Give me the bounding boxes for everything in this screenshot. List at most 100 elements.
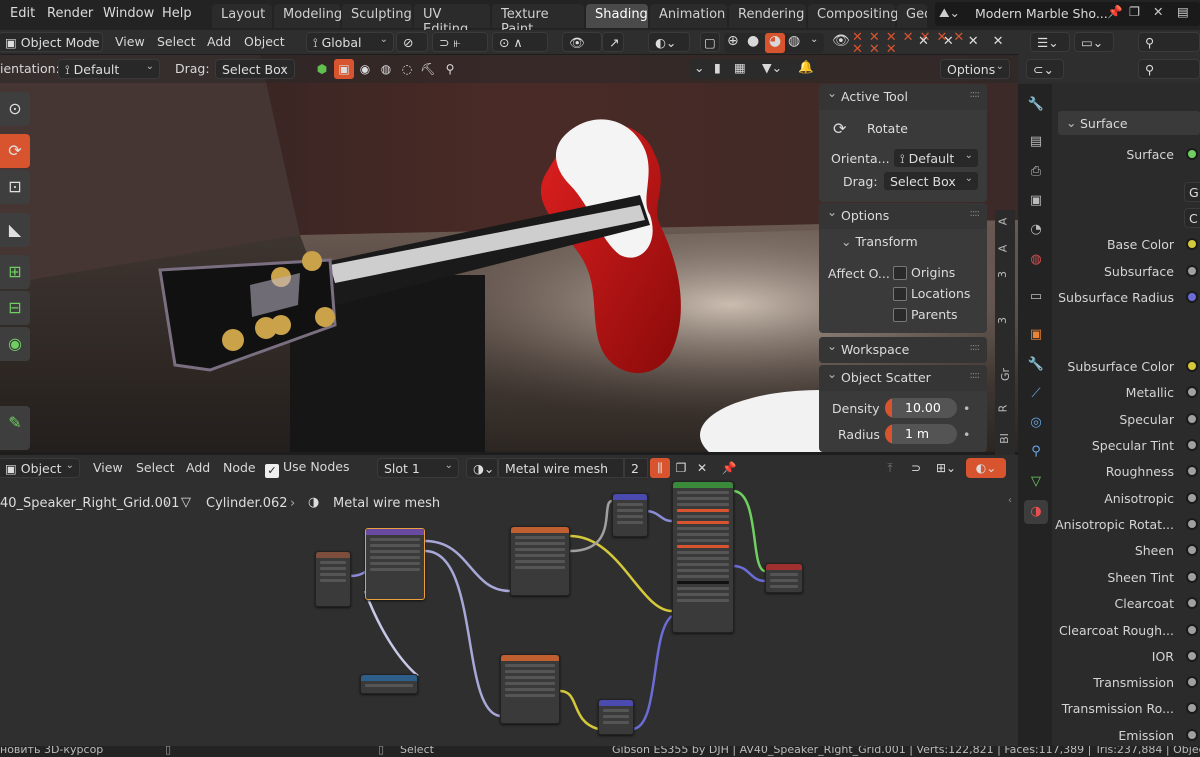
value-node[interactable] [360,674,418,694]
move-gizmo-icon[interactable]: ◉ [355,59,375,79]
tab-layout[interactable]: Layout [212,4,272,28]
grip-icon[interactable]: :::: [970,342,981,353]
input-socket[interactable] [1186,148,1198,160]
menu-window[interactable]: Window [103,6,154,21]
principled-bsdf-node[interactable] [672,481,734,633]
input-socket[interactable] [1186,650,1198,662]
unlink-icon[interactable]: ✕ [692,458,712,478]
chevron-down-icon[interactable]: ⌄ [810,34,818,45]
tab-modeling[interactable]: Modeling [274,4,342,28]
sidebar-tab-7[interactable]: BI [998,433,1011,444]
normal-map-node[interactable] [598,699,634,735]
node-menu-select[interactable]: Select [136,460,175,475]
overlay-toggle[interactable]: ◐⌄ [966,458,1006,478]
panel-orientation-dropdown[interactable]: ⟟ Default ⌄ [893,148,979,168]
radius-slider[interactable]: 1 m [885,424,957,444]
parents-checkbox[interactable]: Parents [893,307,958,322]
search-icon[interactable]: ⚲ [440,59,460,79]
origins-checkbox[interactable]: Origins [893,265,955,280]
tool-orientation-dropdown[interactable]: ⟟ Default ⌄ [58,59,160,79]
input-socket[interactable] [1186,465,1198,477]
viewport-menu-view[interactable]: View [115,34,145,49]
mapping-node[interactable] [365,528,425,600]
surface-panel-header[interactable]: ⌄ Surface [1058,111,1200,135]
shader-type-dropdown[interactable]: ▣ Object ⌄ [0,458,80,478]
material-preview-icon[interactable]: ◕ [765,33,785,53]
viewport-menu-object[interactable]: Object [244,34,285,49]
grip-icon[interactable]: :::: [970,89,981,100]
tab-sculpting[interactable]: Sculpting [342,4,412,28]
radius-keyframe-dot[interactable]: • [963,427,970,442]
material-output-node[interactable] [765,563,803,593]
shader-button-g[interactable]: G [1184,182,1200,202]
scene-selector[interactable]: ⛰⌄ Modern Marble Sho... 📌 ❐ ✕ ▤ [935,2,1200,26]
image-texture-node-2[interactable] [500,654,560,724]
tab-rendering[interactable]: Rendering [729,4,806,28]
view-layer-tab[interactable]: ▣ [1024,189,1048,213]
rotate-tool[interactable]: ⟳ [0,134,30,168]
sidebar-tab-6[interactable]: R [996,405,1009,413]
visibility-dropdown[interactable]: 👁 [562,32,602,52]
input-socket[interactable] [1186,360,1198,372]
annotate-tool[interactable]: ✎ [0,406,30,450]
fake-user-icon[interactable]: ⫼ [650,458,670,478]
render-tab[interactable]: ▤ [1024,130,1048,154]
viewport-menu-select[interactable]: Select [157,34,196,49]
input-socket[interactable] [1186,265,1198,277]
proportional-editing[interactable]: ⊙ ∧ [492,32,548,52]
snap-element-dropdown[interactable]: ⊞⌄ [930,458,962,478]
pin-icon[interactable]: 📌 [719,458,739,478]
image-texture-node-1[interactable] [510,526,570,596]
outliner-search[interactable]: ⚲ [1138,32,1200,52]
input-socket[interactable] [1186,386,1198,398]
rotate-gizmo-icon[interactable]: ◍ [376,59,396,79]
options-header[interactable]: Options:::: [819,203,987,229]
node-editor[interactable]: ‹ [0,481,1018,746]
menu-edit[interactable]: Edit [10,6,35,21]
particles-tab[interactable]: ⟋ [1024,382,1048,406]
sidebar-tab-2[interactable]: A [996,245,1009,253]
bump-node[interactable] [612,493,648,537]
grip-icon[interactable]: :::: [970,208,981,219]
bookmark-icon[interactable]: ▮ [714,60,721,75]
material-tab[interactable]: ◑ [1024,500,1048,524]
scale-tool[interactable]: ⊡ [0,170,30,204]
material-name-field[interactable]: Metal wire mesh [498,458,624,478]
input-socket[interactable] [1186,544,1198,556]
input-socket[interactable] [1186,597,1198,609]
bell-icon[interactable]: 🔔 [798,59,814,75]
panel-drag-dropdown[interactable]: Select Box ⌄ [883,171,979,191]
tab-geometry-nodes[interactable]: Geo [897,4,927,28]
gizmo-toggle[interactable]: ↗ [602,32,624,52]
input-socket[interactable] [1186,729,1198,741]
properties-editor-type[interactable]: ⊂⌄ [1026,59,1064,79]
menu-help[interactable]: Help [162,6,192,21]
overlay-dropdown[interactable]: ◐⌄ [648,32,690,52]
use-nodes-checkbox[interactable]: ✓ Use Nodes [265,459,349,478]
input-socket[interactable] [1186,624,1198,636]
workspace-header[interactable]: Workspace:::: [819,337,987,363]
pin-icon[interactable]: 📌 [1107,4,1123,20]
object-mode-dropdown[interactable]: ▣ Object Mode ⌄ [0,32,103,52]
tab-animation[interactable]: Animation [650,4,727,28]
sidebar-tab-4[interactable]: 3 [996,317,1009,324]
eye-icon[interactable]: 👁 [832,33,850,49]
transform-orientation-dropdown[interactable]: ⟟ Global ⌄ [306,32,394,52]
sidebar-toggle-icon[interactable]: ‹ [1008,495,1012,506]
active-tool-header[interactable]: Active Tool:::: [819,84,987,110]
tab-compositing[interactable]: Compositing [808,4,899,28]
properties-search[interactable]: ⚲ [1138,59,1200,79]
parent-node-icon[interactable]: ⤒ [880,458,900,478]
texture-coordinate-node[interactable] [315,551,351,607]
input-socket[interactable] [1186,439,1198,451]
tab-uv-editing[interactable]: UV Editing [414,4,490,37]
material-users[interactable]: 2 [624,458,648,478]
input-socket[interactable] [1186,238,1198,250]
filter-dropdown[interactable]: ▭⌄ [1074,32,1114,52]
add-cone-tool[interactable]: ◉ [0,327,30,361]
tool-icon[interactable]: ⛏ [418,59,438,79]
sidebar-tab-3[interactable]: 3 [996,271,1009,278]
sidebar-tab-1[interactable]: A [996,218,1009,226]
tab-texture-paint[interactable]: Texture Paint [492,4,584,37]
chevron-down-icon[interactable]: ⌄ [694,60,704,75]
